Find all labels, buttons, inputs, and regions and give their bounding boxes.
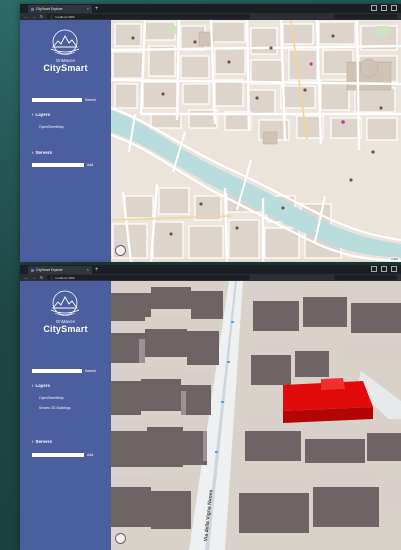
search-input[interactable] [32, 98, 82, 102]
close-tab-icon[interactable]: × [87, 268, 89, 272]
info-icon: ⓘ [50, 14, 54, 19]
server-url-input[interactable] [32, 163, 84, 167]
logo-emblem-icon [50, 29, 80, 55]
info-icon: ⓘ [50, 275, 54, 280]
search-button[interactable]: Search [85, 98, 96, 102]
chevron-right-icon: › [32, 112, 34, 117]
servers-heading[interactable]: › Servers [32, 150, 52, 155]
3d-buildings-scene[interactable] [111, 281, 401, 550]
url-field[interactable]: ⓘ localhost:3000 [47, 275, 251, 280]
window-controls [371, 266, 397, 272]
reload-icon[interactable]: ↻ [40, 275, 43, 280]
app-area: OnMaven CitySmart Search › Layers OpenStr… [20, 281, 401, 550]
servers-heading[interactable]: › Servers [32, 439, 52, 444]
brand-title: CitySmart [43, 63, 88, 73]
favicon-icon [31, 7, 34, 11]
reload-icon[interactable]: ↻ [40, 14, 43, 19]
map-3d-view[interactable]: Via della Vigna Nuova [111, 281, 401, 550]
new-tab-button[interactable]: + [95, 5, 99, 13]
browser-tab[interactable]: CitySmart Explorer × [28, 266, 92, 274]
map-2d-view[interactable]: OSM [111, 20, 401, 262]
search-button[interactable]: Search [85, 369, 96, 373]
close-tab-icon[interactable]: × [87, 7, 89, 11]
new-tab-button[interactable]: + [95, 266, 99, 274]
forward-icon[interactable]: → [32, 275, 36, 280]
server-url-input[interactable] [32, 453, 84, 457]
url-text: localhost:3000 [55, 275, 75, 280]
window-controls [371, 5, 397, 11]
maximize-button[interactable] [381, 5, 387, 11]
brand-title: CitySmart [43, 324, 88, 334]
minimize-button[interactable] [371, 5, 377, 11]
address-bar-row: ← → ↻ ⓘ localhost:3000 [20, 13, 401, 20]
browser-search-field[interactable] [334, 14, 397, 19]
chevron-right-icon: › [32, 150, 34, 155]
layers-heading[interactable]: › Layers [32, 383, 50, 388]
forward-icon[interactable]: → [32, 14, 36, 19]
close-window-button[interactable] [391, 266, 397, 272]
layer-item-openstreetmap[interactable]: OpenStreetMap [39, 396, 64, 400]
logo-emblem-icon [50, 290, 80, 316]
tab-strip: CitySmart Explorer × + [20, 4, 401, 13]
browser-search-field[interactable] [334, 275, 397, 280]
back-icon[interactable]: ← [24, 14, 28, 19]
search-input[interactable] [32, 369, 82, 373]
browser-window-3d: CitySmart Explorer × + ← → ↻ ⓘ localhost… [20, 265, 401, 550]
favicon-icon [31, 268, 34, 272]
url-field[interactable]: ⓘ localhost:3000 [47, 14, 251, 19]
chevron-right-icon: › [32, 383, 34, 388]
browser-window-2d: CitySmart Explorer × + ← → ↻ ⓘ localhost… [20, 4, 401, 262]
sidebar: OnMaven CitySmart Search › Layers OpenStr… [20, 20, 111, 262]
servers-heading-label: Servers [35, 439, 53, 444]
layer-item-3d-buildings[interactable]: Smarts 3D Buildings [39, 406, 71, 410]
layers-heading-label: Layers [35, 112, 51, 117]
minimize-button[interactable] [371, 266, 377, 272]
maximize-button[interactable] [381, 266, 387, 272]
sidebar: OnMaven CitySmart Search › Layers OpenStr… [20, 281, 111, 550]
tab-title: CitySmart Explorer [36, 268, 63, 272]
layers-heading[interactable]: › Layers [32, 112, 50, 117]
compass-icon[interactable] [115, 245, 126, 256]
app-area: OnMaven CitySmart Search › Layers OpenStr… [20, 20, 401, 262]
tab-strip: CitySmart Explorer × + [20, 265, 401, 274]
url-text: localhost:3000 [55, 14, 75, 19]
add-server-button[interactable]: Add [87, 163, 93, 167]
layer-item-openstreetmap[interactable]: OpenStreetMap [39, 125, 64, 129]
layers-heading-label: Layers [35, 383, 51, 388]
close-window-button[interactable] [391, 5, 397, 11]
compass-icon[interactable] [115, 533, 126, 544]
tab-title: CitySmart Explorer [36, 7, 63, 11]
map-attribution: OSM [390, 257, 399, 261]
chevron-right-icon: › [32, 439, 34, 444]
address-bar-row: ← → ↻ ⓘ localhost:3000 [20, 274, 401, 281]
servers-heading-label: Servers [35, 150, 53, 155]
osm-map[interactable] [111, 20, 401, 262]
add-server-button[interactable]: Add [87, 453, 93, 457]
back-icon[interactable]: ← [24, 275, 28, 280]
browser-tab[interactable]: CitySmart Explorer × [28, 5, 92, 13]
